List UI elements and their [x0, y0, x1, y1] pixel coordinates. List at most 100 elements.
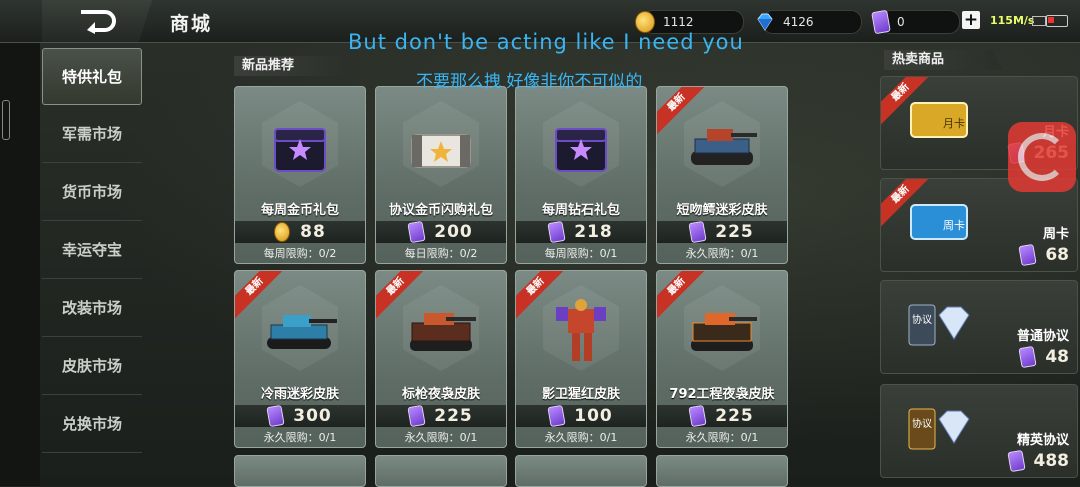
product-price: 300 [293, 406, 332, 426]
page-title: 商城 [170, 13, 213, 35]
ticket-icon [407, 404, 426, 428]
diamond-protocol-icon: 协议 [908, 408, 970, 450]
product-card-partial[interactable] [656, 455, 788, 487]
tank-skin-icon [267, 315, 337, 349]
product-price: 100 [574, 406, 613, 426]
subtitle-chinese: 不要那么拽 好像非你不可似的 [416, 72, 643, 92]
white-chest-icon [411, 134, 471, 168]
hot-item-price: 48 [1045, 347, 1069, 367]
product-price: 200 [434, 222, 473, 242]
back-button[interactable] [42, 0, 152, 42]
ticket-icon [547, 404, 566, 428]
ticket-icon [871, 9, 891, 35]
product-name: 每周金币礼包 [260, 203, 339, 218]
product-name: 冷雨迷彩皮肤 [260, 387, 339, 402]
product-card[interactable]: 最新 影卫猩红皮肤 100 永久限购：0/1 [515, 270, 647, 448]
screen-edge [0, 0, 40, 486]
refresh-icon [1018, 133, 1066, 181]
ticket-icon [407, 220, 426, 244]
protocol-label: 协议 [912, 417, 932, 430]
purchase-limit: 每周限购：0/2 [263, 247, 337, 260]
price-row: 88 [235, 221, 365, 243]
side-handle[interactable] [2, 100, 10, 140]
purchase-limit: 永久限购：0/1 [685, 247, 759, 260]
sidebar-item-currency[interactable]: 货币市场 [42, 163, 142, 221]
purchase-limit: 每日限购：0/2 [404, 247, 478, 260]
product-price: 88 [300, 222, 326, 242]
product-card-partial[interactable] [375, 455, 507, 487]
sidebar-item-lucky-draw[interactable]: 幸运夺宝 [42, 221, 142, 279]
purchase-limit: 永久限购：0/1 [404, 431, 478, 444]
product-price: 218 [574, 222, 613, 242]
product-card[interactable]: 每周金币礼包 88 每周限购：0/2 [234, 86, 366, 264]
tank-skin-icon [410, 313, 476, 351]
wifi-icon [1032, 16, 1046, 26]
price-row: 100 [516, 404, 646, 428]
purchase-limit: 永久限购：0/1 [685, 431, 759, 444]
sidebar-item-special-pack[interactable]: 特供礼包 [42, 48, 142, 105]
product-name: 标枪夜袅皮肤 [401, 387, 480, 402]
product-card-partial[interactable] [234, 455, 366, 487]
protocol-label: 协议 [912, 313, 932, 326]
hot-item-price: 488 [1033, 451, 1070, 471]
product-name: 792工程夜袅皮肤 [669, 387, 775, 402]
ticket-icon [266, 404, 285, 428]
ticket-icon [547, 220, 566, 244]
product-price: 225 [715, 222, 754, 242]
month-card-label: 月卡 [943, 117, 965, 130]
purchase-limit: 永久限购：0/1 [263, 431, 337, 444]
hot-item-elite-protocol[interactable]: 协议 精英协议 488 [880, 384, 1078, 478]
product-card[interactable]: 冷雨迷彩皮肤 300 永久限购：0/1 最新 [234, 270, 366, 448]
network-speed: 115M/s [990, 14, 1035, 27]
sidebar-item-exchange[interactable]: 兑换市场 [42, 395, 142, 453]
diamond-counter: 4126 [757, 10, 862, 34]
product-card-partial[interactable] [515, 455, 647, 487]
sidebar-item-military[interactable]: 军需市场 [42, 105, 142, 163]
week-card-label: 周卡 [943, 219, 965, 232]
ticket-icon [688, 404, 707, 428]
product-name: 每周钻石礼包 [541, 203, 620, 218]
product-card[interactable]: 最新 标枪夜袅皮肤 225 永久限购：0/1 [375, 270, 507, 448]
ticket-counter: 0 [871, 9, 960, 35]
floating-assist-button[interactable] [1008, 122, 1076, 192]
add-currency-button[interactable]: + [962, 10, 980, 30]
mech-skin-icon [556, 299, 606, 361]
product-price: 225 [434, 406, 473, 426]
hot-price-row: 488 [1006, 449, 1070, 473]
product-card[interactable]: 最新 短吻鳄迷彩皮肤 225 永久限购：0/1 [656, 86, 788, 264]
purple-chest-icon [555, 128, 607, 172]
tank-skin-icon [691, 313, 757, 351]
ticket-icon [1006, 449, 1026, 473]
back-icon [81, 10, 116, 34]
hot-item-price: 68 [1045, 245, 1069, 265]
diamond-protocol-icon: 协议 [908, 304, 970, 346]
product-card[interactable]: 每周钻石礼包 218 每周限购：0/1 [515, 86, 647, 264]
ticket-icon [688, 220, 707, 244]
purchase-limit: 永久限购：0/1 [544, 431, 618, 444]
hot-item-week-card[interactable]: 最新 周卡 周卡 68 [880, 178, 1078, 272]
product-name: 影卫猩红皮肤 [541, 387, 620, 402]
subtitle-english: But don't be acting like I need you [348, 30, 744, 54]
hot-price-row: 48 [1018, 345, 1069, 369]
price-row: 218 [516, 220, 646, 244]
price-row: 200 [376, 220, 506, 244]
ticket-icon [1018, 345, 1037, 369]
price-row: 300 [235, 404, 365, 428]
hot-price-row: 68 [1018, 243, 1069, 267]
hot-item-name: 周卡 [1042, 227, 1069, 242]
gold-value: 1112 [663, 15, 694, 29]
ticket-icon [1018, 243, 1037, 267]
sidebar-item-skin[interactable]: 皮肤市场 [42, 337, 142, 395]
diamond-icon [757, 13, 773, 31]
section-new-header: 新品推荐 [234, 56, 354, 76]
product-name: 协议金币闪购礼包 [388, 203, 493, 218]
product-name: 短吻鳄迷彩皮肤 [676, 203, 768, 218]
product-card[interactable]: 最新 792工程夜袅皮肤 225 永久限购：0/1 [656, 270, 788, 448]
product-card[interactable]: 协议金币闪购礼包 200 每日限购：0/2 [375, 86, 507, 264]
hot-item-normal-protocol[interactable]: 协议 普通协议 48 [880, 280, 1078, 374]
category-sidebar: 特供礼包 军需市场 货币市场 幸运夺宝 改装市场 皮肤市场 兑换市场 [42, 48, 142, 453]
hot-item-name: 普通协议 [1016, 329, 1069, 344]
hot-item-name: 精英协议 [1016, 433, 1069, 448]
sidebar-item-modify[interactable]: 改装市场 [42, 279, 142, 337]
section-hot-header: 热卖商品 [884, 50, 1002, 70]
